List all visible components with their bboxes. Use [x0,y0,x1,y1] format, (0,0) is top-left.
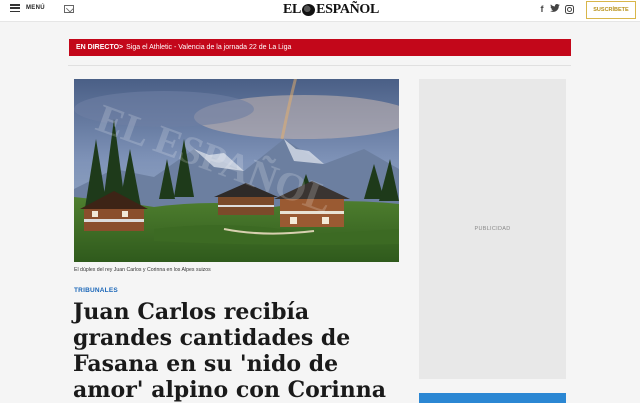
logo-left-text: EL [283,2,302,17]
menu-label: MENÚ [26,5,45,11]
hamburger-icon [10,4,20,12]
live-text: Siga el Athletic - Valencia de la jornad… [126,44,292,51]
ad-label: PUBLICIDAD [474,226,511,232]
lion-icon [302,4,316,16]
divider [68,65,571,66]
instagram-icon[interactable] [565,5,574,14]
photo-caption: El dúplex del rey Juan Carlos y Corinna … [74,267,211,273]
site-logo[interactable]: EL ESPAÑOL [283,2,379,18]
mail-icon[interactable] [64,5,74,13]
logo-right-text: ESPAÑOL [316,2,380,17]
article-headline[interactable]: Juan Carlos recibía grandes cantidades d… [73,299,403,403]
ad-slot[interactable]: PUBLICIDAD [419,79,566,379]
facebook-icon[interactable]: f [539,4,545,14]
section-tag[interactable]: TRIBUNALES [74,287,118,294]
twitter-icon[interactable] [550,4,560,12]
live-banner[interactable]: EN DIRECTO> Siga el Athletic - Valencia … [69,39,571,56]
sidebar-widget[interactable] [419,393,566,403]
chalets-alps-photo: EL ESPAÑOL [74,79,399,262]
top-header: MENÚ EL ESPAÑOL f SUSCRÍBETE [0,0,640,22]
live-label: EN DIRECTO> [76,44,124,51]
article-photo[interactable]: EL ESPAÑOL [74,79,399,262]
menu-button[interactable]: MENÚ [10,4,45,12]
subscribe-button[interactable]: SUSCRÍBETE [586,1,636,19]
